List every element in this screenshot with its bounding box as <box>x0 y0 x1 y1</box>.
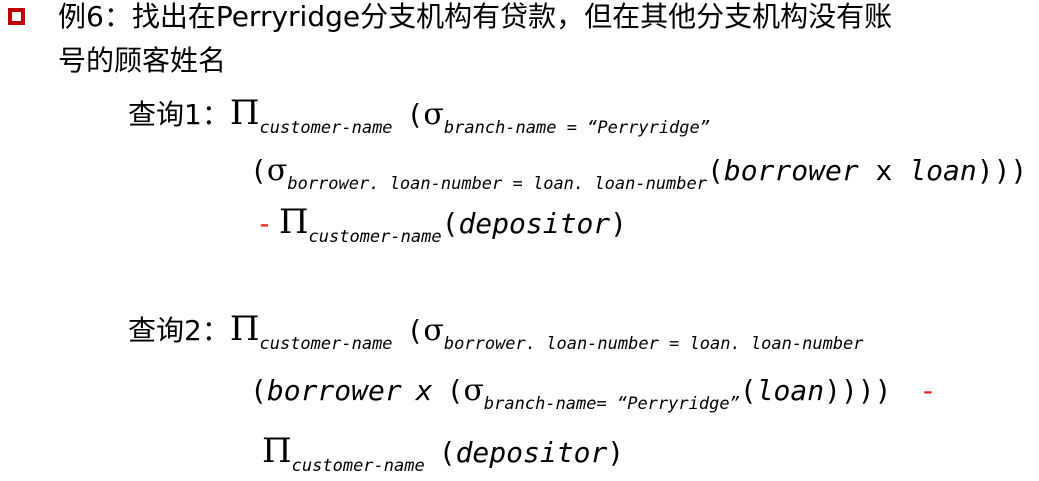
project-subscript: customer-name <box>291 456 425 476</box>
cartesian-product: x <box>415 374 433 407</box>
open-paren: ( <box>250 374 267 407</box>
relation-loan: loan <box>756 374 825 407</box>
red-square-bullet-icon <box>8 8 25 25</box>
relation-depositor: depositor <box>458 207 611 240</box>
project-subscript: customer-name <box>259 118 393 138</box>
open-paren: ( <box>406 314 424 347</box>
open-paren: ( <box>446 374 464 407</box>
open-paren: ( <box>441 207 459 240</box>
query2-line2: (borrower x (σbranch-name= “Perryridge”(lo… <box>250 373 937 413</box>
open-paren: ( <box>250 154 267 187</box>
select-subscript: borrower. loan-number = loan. loan-numbe… <box>287 174 707 194</box>
example-title-line2: 号的顾客姓名 <box>58 44 227 77</box>
query2-label: 查询2： <box>128 314 230 347</box>
close-paren: ) <box>610 207 628 240</box>
query1-line2: (σborrower. loan-number = loan. loan-num… <box>250 153 1028 193</box>
query1-line3: - Πcustomer-name(depositor) <box>256 202 628 246</box>
select-subscript: borrower. loan-number = loan. loan-numbe… <box>443 334 864 354</box>
select-symbol: σ <box>423 97 444 132</box>
relation-loan: loan <box>909 154 977 187</box>
close-parens: )))) <box>824 374 892 407</box>
select-symbol: σ <box>423 313 444 348</box>
set-difference-operator: - <box>256 207 273 240</box>
cartesian-product: x <box>858 154 910 187</box>
select-subscript: branch-name = “Perryridge” <box>443 118 710 138</box>
select-subscript: branch-name= “Perryridge” <box>483 394 740 414</box>
set-difference-operator: - <box>919 374 937 407</box>
project-symbol: Π <box>262 431 292 471</box>
project-symbol: Π <box>229 309 260 349</box>
example-title-line1: 例6：找出在Perryridge分支机构有贷款，但在其他分支机构没有账 <box>58 0 893 33</box>
open-paren: ( <box>739 374 757 407</box>
select-symbol: σ <box>463 373 484 408</box>
relation-depositor: depositor <box>455 436 608 469</box>
relation-borrower: borrower <box>723 154 859 187</box>
query2-line1: 查询2：Πcustomer-name (σborrower. loan-numbe… <box>128 309 864 353</box>
open-paren: ( <box>406 98 424 131</box>
close-paren: ) <box>607 436 625 469</box>
project-symbol: Π <box>229 93 260 133</box>
query1-label: 查询1： <box>128 98 230 131</box>
relation-borrower: borrower <box>266 374 402 407</box>
project-subscript: customer-name <box>259 334 393 354</box>
query2-line3: Πcustomer-name (depositor) <box>262 431 625 475</box>
query1-line1: 查询1：Πcustomer-name (σbranch-name = “Perry… <box>128 93 710 137</box>
open-paren: ( <box>706 154 724 187</box>
open-paren: ( <box>438 436 456 469</box>
select-symbol: σ <box>266 153 288 188</box>
close-parens: ))) <box>976 154 1028 187</box>
project-subscript: customer-name <box>308 227 442 247</box>
project-symbol: Π <box>278 202 309 242</box>
